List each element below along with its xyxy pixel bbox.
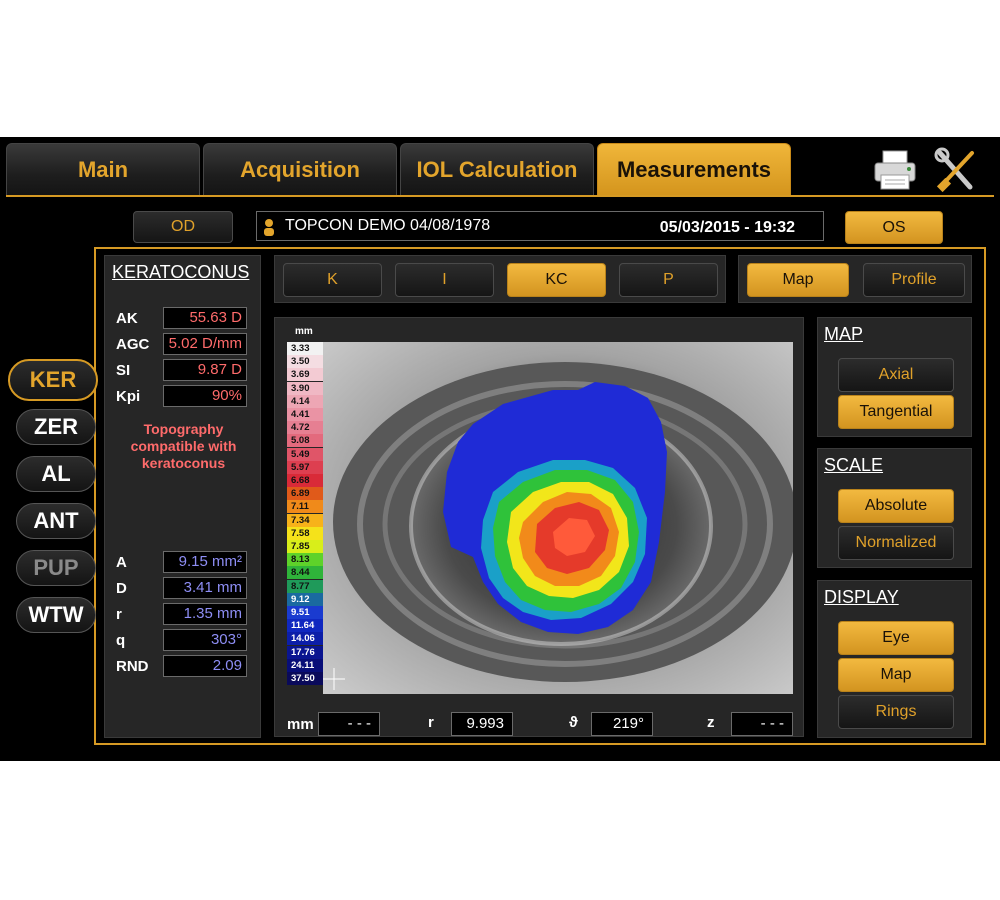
eye-button[interactable]: Eye bbox=[838, 621, 954, 655]
scale-options-title: SCALE bbox=[824, 455, 884, 475]
diameter-value: 3.41 mm bbox=[163, 577, 247, 599]
scale-entry: 7.34 bbox=[287, 513, 323, 527]
rings-button[interactable]: Rings bbox=[838, 695, 954, 729]
theta-label: ϑ bbox=[569, 714, 578, 731]
scale-entry: 6.68 bbox=[287, 474, 323, 487]
scale-entry: 9.12 bbox=[287, 592, 323, 606]
tab-main[interactable]: Main bbox=[6, 143, 200, 195]
person-icon bbox=[264, 219, 274, 236]
rnd-value: 2.09 bbox=[163, 655, 247, 677]
r-label: r bbox=[428, 714, 434, 731]
r-value: 9.993 bbox=[451, 712, 513, 736]
scale-entry: 3.33 bbox=[287, 342, 323, 355]
scale-entry: 8.77 bbox=[287, 579, 323, 593]
map-type-p[interactable]: P bbox=[619, 263, 718, 297]
patient-info-bar: TOPCON DEMO 04/08/1978 05/03/2015 - 19:3… bbox=[256, 211, 824, 241]
kpi-value: 90% bbox=[163, 385, 247, 407]
display-options-panel: DISPLAY Eye Map Rings bbox=[817, 580, 972, 738]
z-value: - - - bbox=[731, 712, 793, 736]
axial-button[interactable]: Axial bbox=[838, 358, 954, 392]
keratoconus-title: KERATOCONUS bbox=[112, 262, 250, 282]
scale-entry: 6.89 bbox=[287, 487, 323, 501]
keratoconus-message: Topography compatible with keratoconus bbox=[130, 421, 237, 471]
ak-value: 55.63 D bbox=[163, 307, 247, 329]
view-profile-button[interactable]: Profile bbox=[863, 263, 965, 297]
rnd-label: RND bbox=[116, 658, 149, 675]
angle-label: q bbox=[116, 632, 126, 649]
display-options-title: DISPLAY bbox=[824, 587, 899, 607]
od-button[interactable]: OD bbox=[133, 211, 233, 243]
tab-measurements[interactable]: Measurements bbox=[597, 143, 791, 195]
patient-name: TOPCON DEMO 04/08/1978 bbox=[285, 217, 491, 234]
theta-value: 219° bbox=[591, 712, 653, 736]
scale-options-panel: SCALE Absolute Normalized bbox=[817, 448, 972, 568]
z-label: z bbox=[707, 714, 715, 731]
scale-entry: 4.72 bbox=[287, 421, 323, 435]
scale-entry: 24.11 bbox=[287, 658, 323, 672]
scale-entry: 4.14 bbox=[287, 394, 323, 408]
scale-entry: 5.08 bbox=[287, 434, 323, 448]
normalized-button[interactable]: Normalized bbox=[838, 526, 954, 560]
view-mode-bar: Map Profile bbox=[738, 255, 972, 303]
scale-entry: 7.11 bbox=[287, 500, 323, 514]
area-value: 9.15 mm² bbox=[163, 551, 247, 573]
agc-label: AGC bbox=[116, 336, 150, 353]
view-map-button[interactable]: Map bbox=[747, 263, 849, 297]
scale-entry: 3.90 bbox=[287, 381, 323, 395]
scale-entry: 8.44 bbox=[287, 566, 323, 580]
kpi-label: Kpi bbox=[116, 388, 141, 405]
angle-value: 303° bbox=[163, 629, 247, 651]
keratoconus-panel: KERATOCONUS AK 55.63 D AGC 5.02 D/mm SI … bbox=[104, 255, 261, 738]
absolute-button[interactable]: Absolute bbox=[838, 489, 954, 523]
tab-acquisition[interactable]: Acquisition bbox=[203, 143, 397, 195]
tab-divider bbox=[6, 195, 994, 197]
app-window: Main Acquisition IOL Calculation Measure… bbox=[0, 137, 1000, 761]
scale-entry: 9.51 bbox=[287, 606, 323, 619]
si-label: SI bbox=[116, 362, 131, 379]
mm-label: mm bbox=[287, 716, 314, 733]
nav-pup[interactable]: PUP bbox=[16, 550, 96, 586]
os-button[interactable]: OS bbox=[845, 211, 943, 244]
scale-entry: 8.13 bbox=[287, 553, 323, 567]
scale-unit: mm bbox=[295, 326, 313, 337]
scale-entry: 17.76 bbox=[287, 645, 323, 659]
radius-value: 1.35 mm bbox=[163, 603, 247, 625]
topography-map-image bbox=[323, 342, 793, 694]
map-type-bar: K I KC P bbox=[274, 255, 726, 303]
map-options-panel: MAP Axial Tangential bbox=[817, 317, 972, 437]
map-options-title: MAP bbox=[824, 324, 864, 344]
nav-wtw[interactable]: WTW bbox=[16, 597, 96, 633]
tools-icon[interactable] bbox=[934, 147, 978, 193]
ak-label: AK bbox=[116, 310, 138, 327]
nav-al[interactable]: AL bbox=[16, 456, 96, 492]
scale-entry: 4.41 bbox=[287, 408, 323, 421]
map-view-panel: mm 3.33 3.50 3.69 3.90 4.14 4.41 4.72 5.08 5.49 5… bbox=[274, 317, 804, 737]
si-value: 9.87 D bbox=[163, 359, 247, 381]
area-label: A bbox=[116, 554, 127, 571]
scale-entry: 11.64 bbox=[287, 619, 323, 633]
radius-label: r bbox=[116, 606, 122, 623]
scale-entry: 5.97 bbox=[287, 460, 323, 474]
scale-entry: 3.69 bbox=[287, 368, 323, 382]
tab-iol-calculation[interactable]: IOL Calculation bbox=[400, 143, 594, 195]
scale-entry: 7.58 bbox=[287, 526, 323, 540]
map-type-k[interactable]: K bbox=[283, 263, 382, 297]
nav-ant[interactable]: ANT bbox=[16, 503, 96, 539]
mm-value: - - - bbox=[318, 712, 380, 736]
tangential-button[interactable]: Tangential bbox=[838, 395, 954, 429]
scale-entry: 14.06 bbox=[287, 632, 323, 646]
scale-entry: 37.50 bbox=[287, 672, 323, 685]
nav-zer[interactable]: ZER bbox=[16, 409, 96, 445]
printer-icon[interactable] bbox=[872, 149, 918, 191]
scale-entry: 7.85 bbox=[287, 540, 323, 553]
map-display-button[interactable]: Map bbox=[838, 658, 954, 692]
agc-value: 5.02 D/mm bbox=[163, 333, 247, 355]
map-type-i[interactable]: I bbox=[395, 263, 494, 297]
map-type-kc[interactable]: KC bbox=[507, 263, 606, 297]
diameter-label: D bbox=[116, 580, 127, 597]
exam-datetime: 05/03/2015 - 19:32 bbox=[659, 219, 795, 236]
scale-entry: 3.50 bbox=[287, 355, 323, 369]
scale-entry: 5.49 bbox=[287, 447, 323, 461]
nav-ker[interactable]: KER bbox=[8, 359, 98, 401]
